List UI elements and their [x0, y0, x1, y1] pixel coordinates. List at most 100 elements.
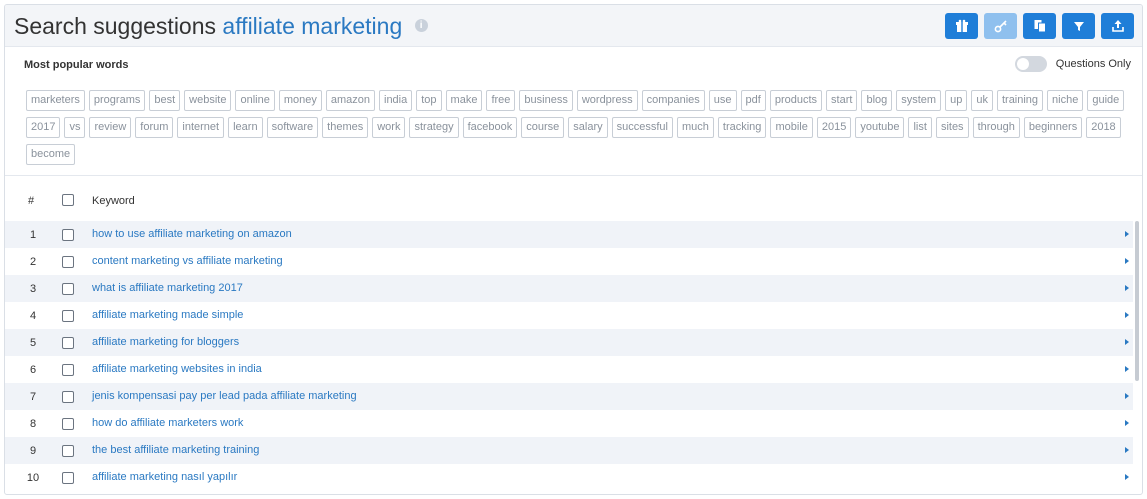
word-tag[interactable]: use: [708, 90, 737, 111]
table-scrollbar[interactable]: [1135, 221, 1139, 381]
table-row[interactable]: 2 content marketing vs affiliate marketin…: [5, 248, 1133, 275]
keyword-link[interactable]: what is affiliate marketing 2017: [92, 282, 243, 294]
word-tag[interactable]: india: [379, 90, 413, 111]
word-tag[interactable]: online: [235, 90, 275, 111]
table-row[interactable]: 10 affiliate marketing nasıl yapılır: [5, 464, 1133, 491]
word-tag[interactable]: course: [521, 117, 565, 138]
word-tag[interactable]: website: [184, 90, 232, 111]
table-row[interactable]: 4 affiliate marketing made simple: [5, 302, 1133, 329]
key-button[interactable]: [984, 13, 1017, 39]
table-row[interactable]: 9 the best affiliate marketing training: [5, 437, 1133, 464]
keyword-link[interactable]: affiliate marketing nasıl yapılır: [92, 471, 237, 483]
keyword-link[interactable]: content marketing vs affiliate marketing: [92, 255, 283, 267]
word-tag[interactable]: business: [519, 90, 573, 111]
word-tag[interactable]: review: [89, 117, 132, 138]
word-tag[interactable]: strategy: [409, 117, 459, 138]
table-row[interactable]: 3 what is affiliate marketing 2017: [5, 275, 1133, 302]
word-tag[interactable]: products: [769, 90, 823, 111]
word-tag[interactable]: 2017: [26, 117, 61, 138]
expand-arrow-icon[interactable]: [1125, 231, 1129, 237]
row-checkbox[interactable]: [62, 337, 74, 349]
word-tag[interactable]: forum: [135, 117, 174, 138]
word-tag[interactable]: money: [278, 90, 322, 111]
row-checkbox[interactable]: [62, 283, 74, 295]
row-checkbox[interactable]: [62, 364, 74, 376]
word-tag[interactable]: programs: [88, 90, 146, 111]
word-tag[interactable]: niche: [1047, 90, 1084, 111]
word-tag[interactable]: beginners: [1023, 117, 1083, 138]
row-checkbox[interactable]: [62, 391, 74, 403]
word-tag[interactable]: internet: [177, 117, 225, 138]
keyword-link[interactable]: the best affiliate marketing training: [92, 444, 259, 456]
word-tag[interactable]: up: [945, 90, 968, 111]
table-row[interactable]: 6 affiliate marketing websites in india: [5, 356, 1133, 383]
word-tag[interactable]: mobile: [770, 117, 813, 138]
word-tag[interactable]: themes: [322, 117, 369, 138]
expand-arrow-icon[interactable]: [1125, 258, 1129, 264]
select-all-checkbox[interactable]: [62, 194, 74, 206]
word-tag[interactable]: best: [149, 90, 181, 111]
expand-arrow-icon[interactable]: [1125, 285, 1129, 291]
word-tag[interactable]: uk: [971, 90, 993, 111]
word-tag[interactable]: learn: [228, 117, 263, 138]
word-tag[interactable]: guide: [1087, 90, 1125, 111]
word-tag[interactable]: list: [908, 117, 932, 138]
word-tag[interactable]: wordpress: [576, 90, 638, 111]
word-tag[interactable]: become: [26, 144, 76, 165]
word-tag[interactable]: work: [372, 117, 406, 138]
word-tag[interactable]: companies: [641, 90, 705, 111]
word-tag[interactable]: pdf: [740, 90, 766, 111]
word-tag[interactable]: vs: [64, 117, 86, 138]
table-row[interactable]: 5 affiliate marketing for bloggers: [5, 329, 1133, 356]
expand-arrow-icon[interactable]: [1125, 474, 1129, 480]
word-tag[interactable]: youtube: [855, 117, 905, 138]
expand-arrow-icon[interactable]: [1125, 312, 1129, 318]
keyword-link[interactable]: affiliate marketing websites in india: [92, 363, 262, 375]
row-checkbox[interactable]: [62, 256, 74, 268]
keyword-link[interactable]: affiliate marketing for bloggers: [92, 336, 239, 348]
word-tag[interactable]: amazon: [325, 90, 375, 111]
word-tag[interactable]: make: [445, 90, 483, 111]
word-tag[interactable]: 2015: [816, 117, 852, 138]
word-tag[interactable]: tracking: [717, 117, 767, 138]
row-checkbox[interactable]: [62, 229, 74, 241]
word-tag[interactable]: facebook: [462, 117, 518, 138]
questions-only-toggle[interactable]: [1014, 56, 1047, 72]
gift-button[interactable]: [945, 13, 978, 39]
expand-arrow-icon[interactable]: [1125, 366, 1129, 372]
word-tag[interactable]: sites: [935, 117, 969, 138]
word-tag[interactable]: marketers: [26, 90, 85, 111]
expand-arrow-icon[interactable]: [1125, 339, 1129, 345]
expand-arrow-icon[interactable]: [1125, 420, 1129, 426]
word-tag[interactable]: system: [896, 90, 942, 111]
word-tag[interactable]: blog: [861, 90, 893, 111]
word-tag[interactable]: top: [416, 90, 442, 111]
word-tag[interactable]: free: [486, 90, 516, 111]
row-checkbox[interactable]: [62, 472, 74, 484]
column-header-keyword[interactable]: Keyword: [92, 195, 135, 207]
filter-button[interactable]: [1062, 13, 1095, 39]
expand-arrow-icon[interactable]: [1125, 393, 1129, 399]
table-row[interactable]: 1 how to use affiliate marketing on amazo…: [5, 221, 1133, 248]
expand-arrow-icon[interactable]: [1125, 447, 1129, 453]
info-icon[interactable]: i: [414, 19, 428, 33]
export-button[interactable]: [1101, 13, 1134, 39]
copy-button[interactable]: [1023, 13, 1056, 39]
word-tag[interactable]: start: [826, 90, 858, 111]
word-tag[interactable]: salary: [568, 117, 608, 138]
table-row[interactable]: 8 how do affiliate marketers work: [5, 410, 1133, 437]
word-tag[interactable]: training: [996, 90, 1044, 111]
keyword-link[interactable]: affiliate marketing made simple: [92, 309, 243, 321]
row-checkbox[interactable]: [62, 418, 74, 430]
row-checkbox[interactable]: [62, 310, 74, 322]
word-tag[interactable]: software: [266, 117, 319, 138]
keyword-link[interactable]: jenis kompensasi pay per lead pada affil…: [92, 390, 357, 402]
word-tag[interactable]: through: [972, 117, 1020, 138]
table-row[interactable]: 7 jenis kompensasi pay per lead pada affi…: [5, 383, 1133, 410]
word-tag[interactable]: much: [677, 117, 714, 138]
row-checkbox[interactable]: [62, 445, 74, 457]
word-tag[interactable]: 2018: [1086, 117, 1121, 138]
keyword-link[interactable]: how do affiliate marketers work: [92, 417, 243, 429]
word-tag[interactable]: successful: [611, 117, 673, 138]
keyword-link[interactable]: how to use affiliate marketing on amazon: [92, 228, 292, 240]
